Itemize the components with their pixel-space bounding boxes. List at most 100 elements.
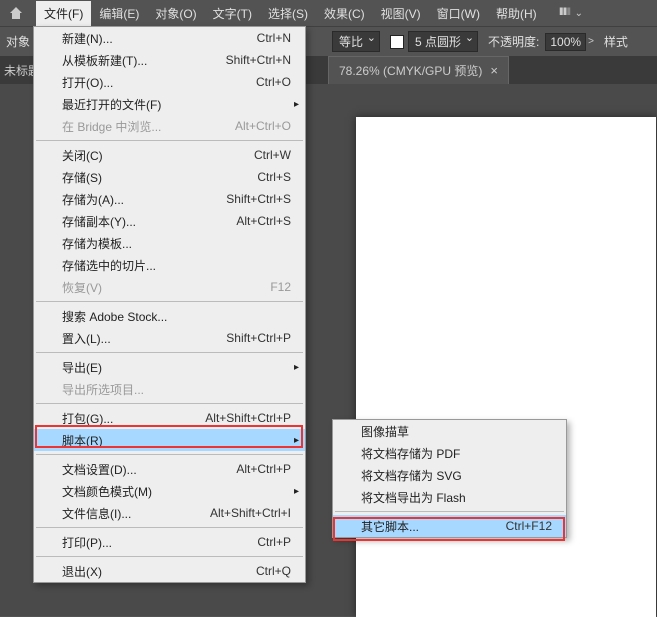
menu-item[interactable]: 搜索 Adobe Stock... bbox=[34, 305, 305, 327]
style-label: 样式 bbox=[604, 33, 628, 50]
menu-item: 导出所选项目... bbox=[34, 378, 305, 400]
menu-text[interactable]: 文字(T) bbox=[205, 1, 260, 26]
menu-item[interactable]: 将文档存储为 PDF bbox=[333, 442, 566, 464]
menu-item[interactable]: 图像描草 bbox=[333, 420, 566, 442]
menu-help[interactable]: 帮助(H) bbox=[488, 1, 545, 26]
menu-item[interactable]: 打包(G)... Alt+Shift+Ctrl+P bbox=[34, 407, 305, 429]
menu-item-shortcut: Alt+Ctrl+S bbox=[236, 214, 291, 228]
separator bbox=[36, 454, 303, 455]
menu-item-shortcut: Alt+Shift+Ctrl+P bbox=[205, 411, 291, 425]
menu-item-shortcut: Ctrl+N bbox=[257, 31, 291, 45]
menu-item-label: 最近打开的文件(F) bbox=[62, 96, 291, 113]
ratio-dropdown[interactable]: 等比 bbox=[332, 31, 380, 52]
menu-item-label: 导出(E) bbox=[62, 359, 291, 376]
menu-item-label: 打开(O)... bbox=[62, 74, 232, 91]
menu-select[interactable]: 选择(S) bbox=[260, 1, 316, 26]
menu-item-label: 文件信息(I)... bbox=[62, 505, 186, 522]
menu-item-label: 文档颜色模式(M) bbox=[62, 483, 291, 500]
menu-item[interactable]: 文档颜色模式(M)▸ bbox=[34, 480, 305, 502]
script-submenu: 图像描草将文档存储为 PDF 将文档存储为 SVG 将文档导出为 Flash 其它脚本… bbox=[332, 419, 567, 538]
menu-item[interactable]: 存储为模板... bbox=[34, 232, 305, 254]
menu-item: 恢复(V)F12 bbox=[34, 276, 305, 298]
menu-item-label: 脚本(R) bbox=[62, 432, 291, 449]
menu-edit[interactable]: 编辑(E) bbox=[91, 1, 147, 26]
separator bbox=[36, 527, 303, 528]
menu-item[interactable]: 打开(O)... Ctrl+O bbox=[34, 71, 305, 93]
menu-item-label: 将文档存储为 SVG bbox=[361, 467, 552, 484]
chevron-right-icon: ▸ bbox=[294, 486, 299, 497]
menu-item-shortcut: Shift+Ctrl+S bbox=[226, 192, 291, 206]
swatch[interactable] bbox=[390, 35, 404, 49]
menu-item-shortcut: Ctrl+S bbox=[257, 170, 291, 184]
opacity-value[interactable]: 100% bbox=[545, 33, 586, 51]
workspace-icon[interactable] bbox=[557, 6, 573, 21]
menu-item-label: 存储副本(Y)... bbox=[62, 213, 212, 230]
menu-item-label: 关闭(C) bbox=[62, 147, 230, 164]
menu-item[interactable]: 将文档存储为 SVG bbox=[333, 464, 566, 486]
separator bbox=[335, 511, 564, 512]
menu-item[interactable]: 最近打开的文件(F)▸ bbox=[34, 93, 305, 115]
menu-item-label: 打印(P)... bbox=[62, 534, 233, 551]
menu-window[interactable]: 窗口(W) bbox=[429, 1, 488, 26]
menu-item[interactable]: 文件信息(I)... Alt+Shift+Ctrl+I bbox=[34, 502, 305, 524]
home-icon[interactable] bbox=[8, 5, 24, 21]
separator bbox=[36, 556, 303, 557]
menu-item-label: 图像描草 bbox=[361, 423, 552, 440]
stroke-dropdown[interactable]: 5 点圆形 bbox=[408, 31, 478, 52]
chevron-down-icon[interactable]: > bbox=[588, 36, 594, 47]
document-tab[interactable]: 78.26% (CMYK/GPU 预览) × bbox=[328, 56, 509, 84]
menu-item[interactable]: 置入(L)... Shift+Ctrl+P bbox=[34, 327, 305, 349]
menu-item[interactable]: 存储选中的切片... bbox=[34, 254, 305, 276]
menu-item[interactable]: 新建(N)... Ctrl+N bbox=[34, 27, 305, 49]
menu-item-label: 打包(G)... bbox=[62, 410, 181, 427]
separator bbox=[36, 140, 303, 141]
menu-item-shortcut: Ctrl+O bbox=[256, 75, 291, 89]
chevron-down-icon[interactable]: ⌄ bbox=[575, 8, 583, 19]
toolbar-side-label: 对象 bbox=[6, 33, 30, 50]
menu-item-label: 将文档存储为 PDF bbox=[361, 445, 552, 462]
menubar: 文件(F) 编辑(E) 对象(O) 文字(T) 选择(S) 效果(C) 视图(V… bbox=[0, 0, 657, 26]
menu-object[interactable]: 对象(O) bbox=[147, 1, 204, 26]
menu-item-shortcut: Shift+Ctrl+N bbox=[226, 53, 291, 67]
separator bbox=[36, 352, 303, 353]
menu-item[interactable]: 存储为(A)... Shift+Ctrl+S bbox=[34, 188, 305, 210]
menu-file[interactable]: 文件(F) bbox=[36, 1, 91, 26]
menu-item-label: 搜索 Adobe Stock... bbox=[62, 308, 291, 325]
menu-item[interactable]: 将文档导出为 Flash bbox=[333, 486, 566, 508]
canvas-page[interactable] bbox=[356, 117, 656, 617]
tab-text: 78.26% (CMYK/GPU 预览) bbox=[339, 62, 482, 79]
chevron-right-icon: ▸ bbox=[294, 362, 299, 373]
menu-item-label: 恢复(V) bbox=[62, 279, 246, 296]
menu-item-shortcut: Ctrl+Q bbox=[256, 564, 291, 578]
menu-item[interactable]: 退出(X)Ctrl+Q bbox=[34, 560, 305, 582]
close-icon[interactable]: × bbox=[490, 63, 498, 78]
chevron-right-icon: ▸ bbox=[294, 99, 299, 110]
menu-item[interactable]: 存储副本(Y)... Alt+Ctrl+S bbox=[34, 210, 305, 232]
menu-item-label: 将文档导出为 Flash bbox=[361, 489, 552, 506]
menu-item[interactable]: 导出(E)▸ bbox=[34, 356, 305, 378]
menu-item[interactable]: 脚本(R)▸ bbox=[34, 429, 305, 451]
menu-item-shortcut: Shift+Ctrl+P bbox=[226, 331, 291, 345]
menu-item[interactable]: 文档设置(D)...Alt+Ctrl+P bbox=[34, 458, 305, 480]
menu-item[interactable]: 其它脚本...Ctrl+F12 bbox=[333, 515, 566, 537]
menu-item-shortcut: Ctrl+W bbox=[254, 148, 291, 162]
menu-item-label: 新建(N)... bbox=[62, 30, 233, 47]
menu-item[interactable]: 打印(P)... Ctrl+P bbox=[34, 531, 305, 553]
menu-item-label: 存储为(A)... bbox=[62, 191, 202, 208]
separator bbox=[36, 301, 303, 302]
menu-item-label: 置入(L)... bbox=[62, 330, 202, 347]
menu-item-shortcut: Alt+Shift+Ctrl+I bbox=[210, 506, 291, 520]
menu-item[interactable]: 从模板新建(T)... Shift+Ctrl+N bbox=[34, 49, 305, 71]
menu-item[interactable]: 关闭(C) Ctrl+W bbox=[34, 144, 305, 166]
menu-view[interactable]: 视图(V) bbox=[373, 1, 429, 26]
menu-item[interactable]: 存储(S)Ctrl+S bbox=[34, 166, 305, 188]
menu-item-shortcut: Ctrl+P bbox=[257, 535, 291, 549]
menu-item-label: 文档设置(D)... bbox=[62, 461, 212, 478]
menu-effect[interactable]: 效果(C) bbox=[316, 1, 373, 26]
menu-item-label: 从模板新建(T)... bbox=[62, 52, 202, 69]
menu-item-label: 存储选中的切片... bbox=[62, 257, 291, 274]
menu-item: 在 Bridge 中浏览...Alt+Ctrl+O bbox=[34, 115, 305, 137]
menu-item-label: 其它脚本... bbox=[361, 518, 482, 535]
menu-item-label: 存储为模板... bbox=[62, 235, 291, 252]
separator bbox=[36, 403, 303, 404]
